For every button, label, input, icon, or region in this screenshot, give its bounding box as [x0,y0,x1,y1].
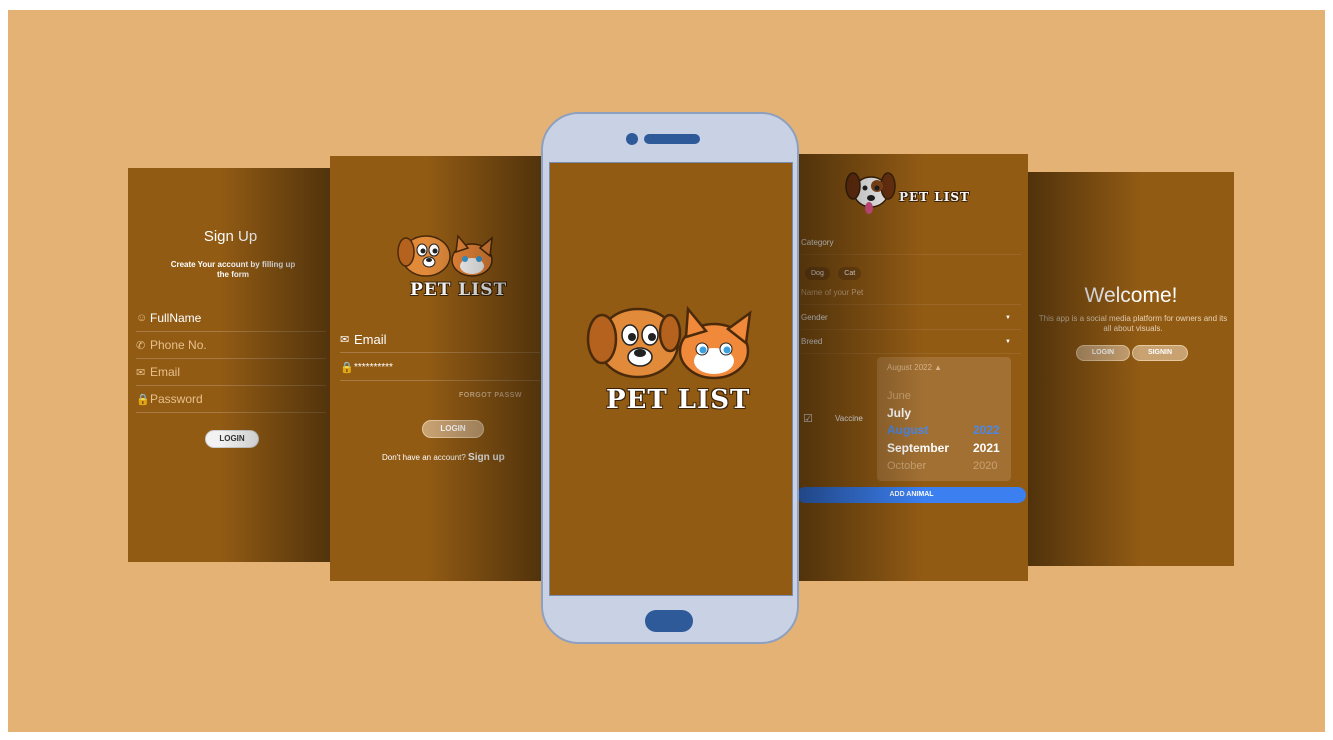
phone-icon: ✆ [136,339,146,352]
camera-icon [626,133,638,145]
phone-label: Phone No. [150,338,207,352]
welcome-signin-button[interactable]: SIGNIN [1132,345,1188,361]
category-label: Category [801,232,1021,255]
welcome-title: Welcome! [1084,284,1178,307]
date-picker[interactable]: August 2022 ▲ June July August 2022 Sept… [877,357,1011,481]
pet-logo-icon [397,234,493,277]
welcome-screen: Welcome! This app is a social media plat… [1028,172,1234,566]
login-email-field[interactable]: ✉ Email [340,326,540,353]
splash-screen: PET LIST [549,162,793,596]
fullname-field[interactable]: ☺ FullName [136,305,326,332]
picker-month-selected[interactable]: August [887,423,928,437]
add-animal-screen: PET LIST Category Dog Cat Name of your P… [797,154,1028,581]
password-label: Password [150,392,203,406]
picker-month[interactable]: June [887,390,911,402]
picker-year[interactable]: 2020 [973,460,997,470]
login-password-field[interactable]: 🔒 ********** [340,354,540,381]
login-password-value: ********** [354,361,393,373]
chip-dog[interactable]: Dog [805,267,830,280]
user-icon: ☺ [136,312,148,324]
signup-subtitle: Create Your account by filling up the fo… [170,260,296,279]
picker-month[interactable]: July [887,406,911,420]
splash-logo-text: PET LIST [606,385,751,415]
email-field[interactable]: ✉ Email [136,359,326,386]
login-button[interactable]: LOGIN [422,420,484,438]
pet-logo-icon [586,305,752,380]
home-button[interactable] [645,610,693,632]
lock-icon: 🔒 [136,393,150,406]
email-label: Email [150,365,181,379]
gender-select[interactable]: Gender ▼ [801,307,1021,330]
add-logo-text: PET LIST [899,190,970,204]
picker-year[interactable]: 2021 [973,441,1000,455]
mail-icon: ✉ [136,366,146,379]
signup-screen: Sign Up Create Your account by filling u… [128,168,333,562]
forgot-password-link[interactable]: FORGOT PASSW [459,392,522,399]
breed-label: Breed [801,337,823,346]
lock-icon: 🔒 [340,361,354,374]
fullname-label: FullName [150,311,202,325]
caret-down-icon: ▼ [1005,315,1011,321]
signup-prompt: Don't have an account? Sign up [382,452,505,463]
login-screen: PET LIST ✉ Email 🔒 ********** FORGOT PAS… [330,156,543,581]
phone-mockup: PET LIST [541,112,799,644]
password-field[interactable]: 🔒 Password [136,386,326,413]
signup-link[interactable]: Sign up [468,452,505,463]
signup-login-button[interactable]: LOGIN [205,430,259,448]
caret-down-icon: ▼ [1005,339,1011,345]
picker-month[interactable]: September [887,441,949,455]
phone-field[interactable]: ✆ Phone No. [136,332,326,359]
dog-logo-icon [845,172,896,214]
add-animal-button[interactable]: ADD ANIMAL [797,487,1026,503]
speaker-icon [644,134,700,144]
login-logo-text: PET LIST [410,280,508,300]
breed-select[interactable]: Breed ▼ [801,331,1021,354]
welcome-description: This app is a social media platform for … [1038,314,1228,333]
picker-header[interactable]: August 2022 ▲ [887,363,942,372]
vaccine-checkbox-icon[interactable]: ☑ [803,412,813,425]
login-email-label: Email [354,331,387,347]
category-chips: Dog Cat [805,262,862,280]
gender-label: Gender [801,313,828,322]
mail-icon: ✉ [340,333,350,346]
picker-year-selected[interactable]: 2022 [973,423,1000,437]
pet-name-field[interactable]: Name of your Pet [801,282,1021,305]
signup-title: Sign Up [203,228,258,245]
chip-cat[interactable]: Cat [838,267,862,280]
vaccine-label: Vaccine [835,414,863,423]
no-account-text: Don't have an account? [382,453,466,462]
welcome-login-button[interactable]: LOGIN [1076,345,1130,361]
picker-month[interactable]: October [887,460,926,470]
